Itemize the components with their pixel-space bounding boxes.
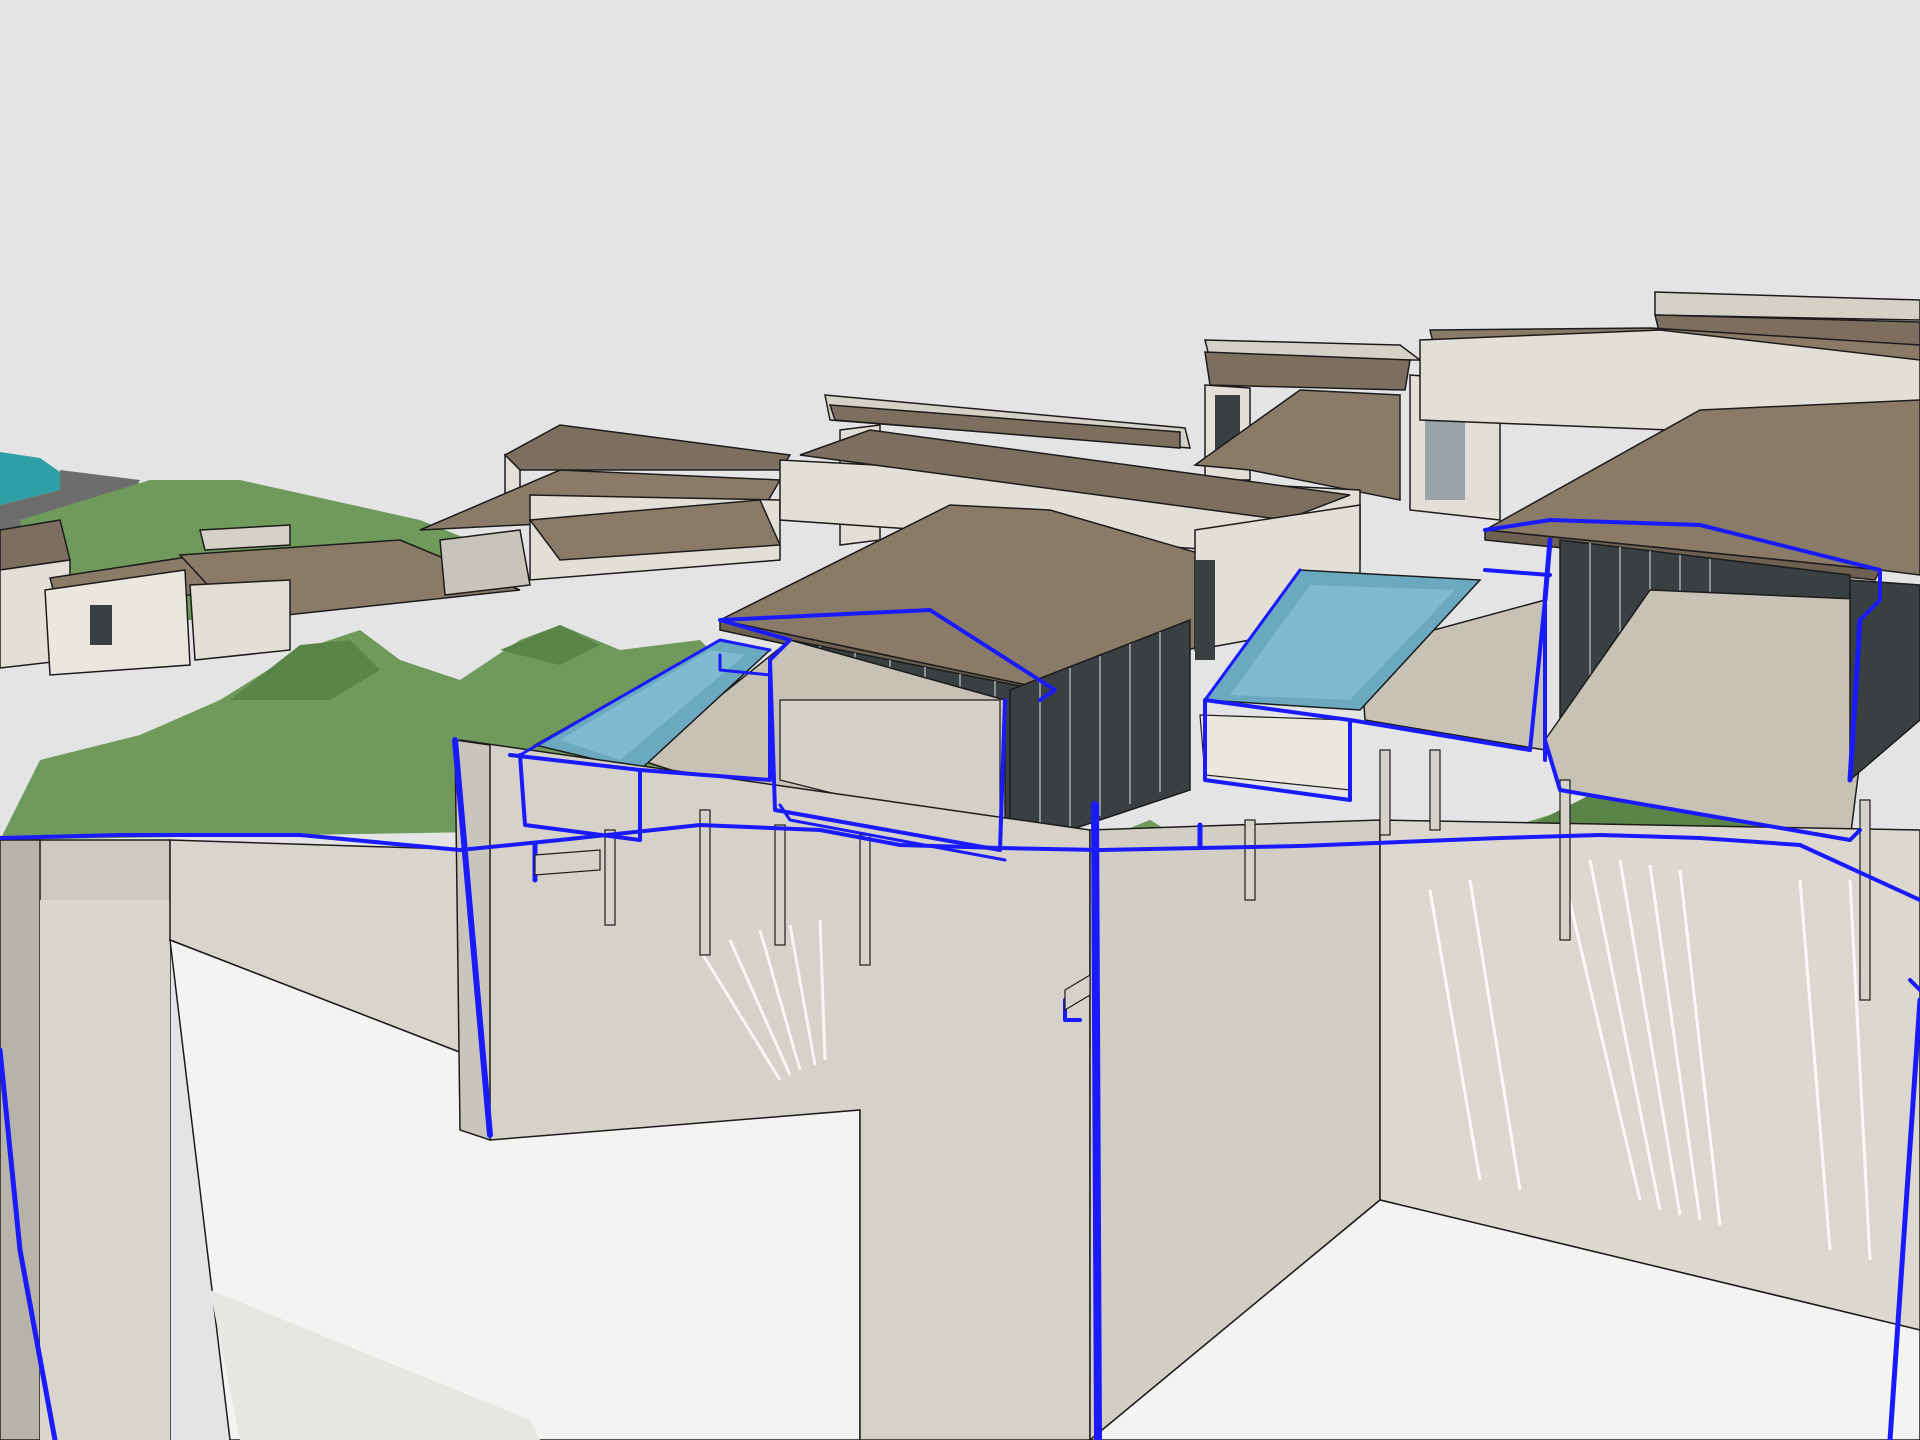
3d-scene[interactable] — [0, 0, 1920, 1440]
model-viewport[interactable] — [0, 0, 1920, 1440]
section-plane-right — [1091, 801, 1102, 1440]
